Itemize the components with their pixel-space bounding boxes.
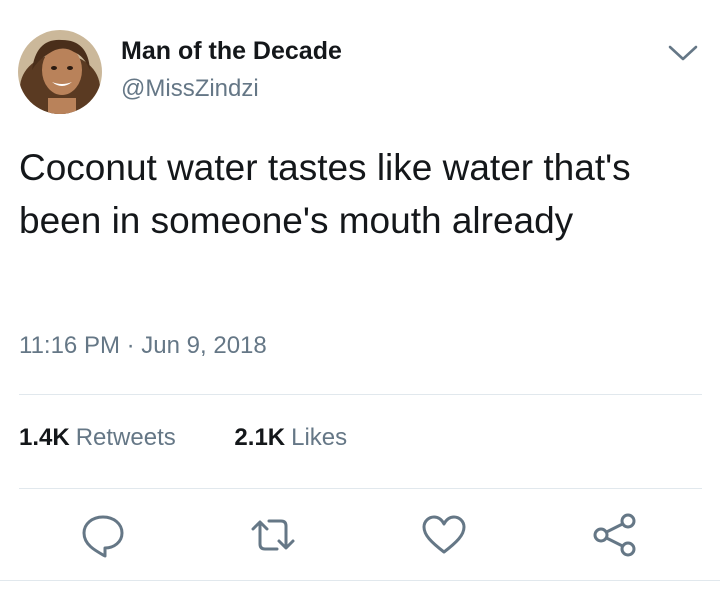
tweet-time: 11:16 PM [19,332,120,359]
display-name[interactable]: Man of the Decade [121,37,342,66]
likes-count: 2.1K [234,424,286,451]
share-icon [593,513,636,557]
reply-icon [82,515,124,558]
reply-button[interactable] [78,510,128,560]
like-button[interactable] [419,510,469,560]
share-button[interactable] [590,510,640,560]
retweet-icon [251,519,295,551]
user-handle[interactable]: @MissZindzi [121,75,259,103]
heart-icon [422,515,466,554]
retweets-label: Retweets [75,424,176,451]
divider [19,394,702,395]
tweet-date: Jun 9, 2018 [141,332,267,359]
tweet-card: Man of the Decade @MissZindzi Coconut wa… [0,0,720,597]
likes-label: Likes [291,424,348,451]
chevron-down-icon[interactable] [664,40,702,66]
divider [19,488,702,489]
avatar[interactable] [18,30,102,114]
timestamp-separator: · [126,332,135,359]
avatar-image [18,30,102,114]
retweets-count: 1.4K [19,424,70,451]
retweet-button[interactable] [248,510,298,560]
retweets-stat[interactable]: 1.4K Retweets [19,424,176,452]
engagement-stats: 1.4K Retweets 2.1K Likes [19,424,399,452]
tweet-text: Coconut water tastes like water that's b… [19,147,631,241]
divider [0,580,720,581]
timestamp[interactable]: 11:16 PM · Jun 9, 2018 [19,332,267,360]
likes-stat[interactable]: 2.1K Likes [234,424,347,452]
